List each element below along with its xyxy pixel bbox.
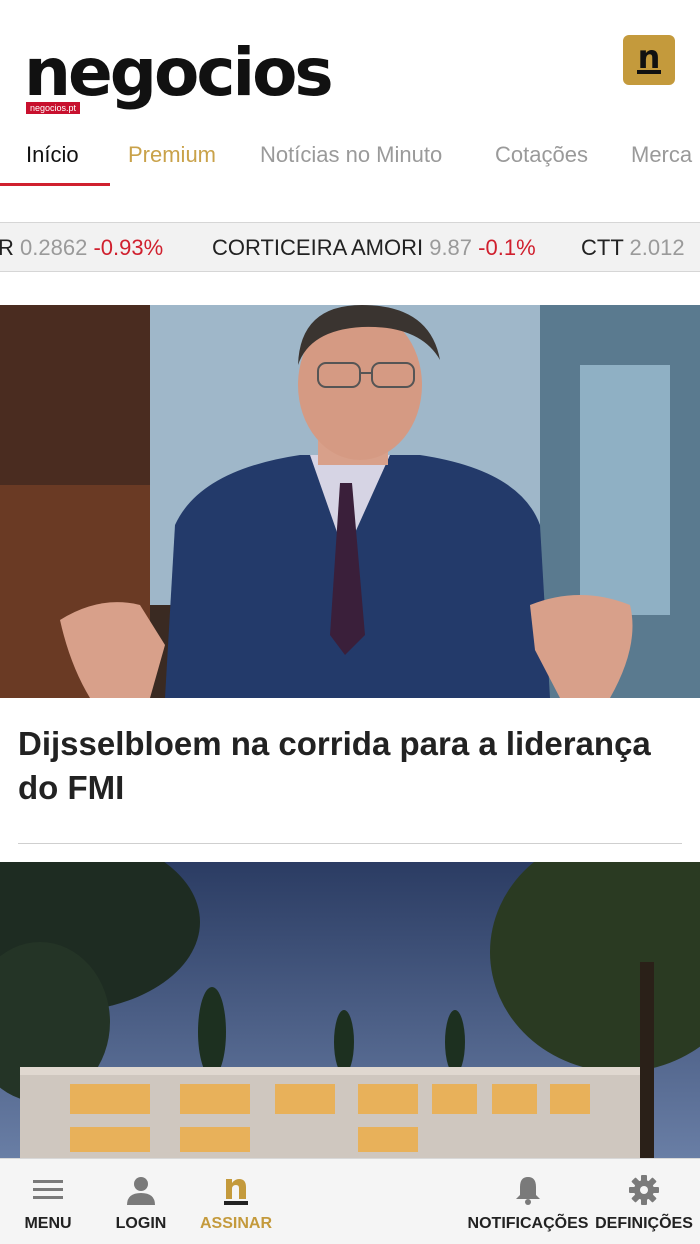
nav-login-label: LOGIN (115, 1215, 167, 1232)
lead-photo (0, 305, 700, 698)
nav-menu-label: MENU (24, 1215, 72, 1232)
nav-definicoes-label: DEFINIÇÕES (595, 1215, 693, 1232)
nav-login-button[interactable]: LOGIN (108, 1159, 174, 1244)
premium-badge-button[interactable]: n (623, 35, 675, 85)
nav-assinar-button[interactable]: ASSINAR (196, 1159, 276, 1244)
ticker-item[interactable]: CORTICEIRA AMORI 9.87 -0.1% (212, 235, 536, 261)
nav-definicoes-button[interactable]: DEFINIÇÕES (592, 1159, 696, 1244)
menu-icon (33, 1175, 63, 1205)
bottom-navigation: MENU LOGIN ASSINAR NOTIFICAÇÕES DEFINIÇÕ… (0, 1158, 700, 1244)
article-divider (18, 843, 682, 844)
tab-noticias-no-minuto[interactable]: Notícias no Minuto (260, 142, 442, 168)
badge-bar (637, 70, 661, 74)
section-tabs: Início Premium Notícias no Minuto Cotaçõ… (0, 128, 700, 188)
nav-notificacoes-label: NOTIFICAÇÕES (467, 1215, 589, 1232)
lead-article-image[interactable] (0, 305, 700, 698)
bell-icon (515, 1175, 541, 1205)
second-article-image[interactable] (0, 862, 700, 1162)
gear-icon (629, 1175, 659, 1205)
tab-mercados[interactable]: Merca (631, 142, 692, 168)
nav-menu-button[interactable]: MENU (15, 1159, 81, 1244)
tab-premium[interactable]: Premium (128, 142, 216, 168)
ticker-name: CORTICEIRA AMORI (212, 235, 424, 260)
ticker-price: 0.2862 (20, 235, 88, 260)
negocios-n-icon: n (637, 38, 661, 76)
ticker-item[interactable]: R 0.2862 -0.93% (0, 235, 163, 261)
tab-inicio[interactable]: Início (26, 142, 79, 168)
ticker-price: 9.87 (429, 235, 473, 260)
nav-assinar-label: ASSINAR (199, 1215, 272, 1232)
ticker-change: -0.1% (478, 235, 536, 260)
ticker-item[interactable]: CTT 2.012 (581, 235, 685, 261)
stock-ticker[interactable]: R 0.2862 -0.93% CORTICEIRA AMORI 9.87 -0… (0, 222, 700, 272)
ticker-change: -0.93% (93, 235, 164, 260)
negocios-n-icon (224, 1175, 248, 1205)
article-headline[interactable]: Dijsselbloem na corrida para a liderança… (18, 722, 678, 810)
logo-tag: negocios.pt (26, 102, 81, 114)
ticker-name: R (0, 235, 14, 260)
nav-notificacoes-button[interactable]: NOTIFICAÇÕES (466, 1159, 590, 1244)
app-header: negocios negocios.pt n (0, 0, 700, 120)
ticker-price: 2.012 (629, 235, 685, 260)
negocios-logo[interactable]: negocios negocios.pt (24, 34, 334, 120)
tab-cotacoes[interactable]: Cotações (495, 142, 588, 168)
user-icon (126, 1175, 156, 1205)
logo-text: negocios (24, 34, 334, 111)
second-photo (0, 862, 700, 1162)
ticker-name: CTT (581, 235, 624, 260)
active-tab-indicator (0, 183, 110, 186)
